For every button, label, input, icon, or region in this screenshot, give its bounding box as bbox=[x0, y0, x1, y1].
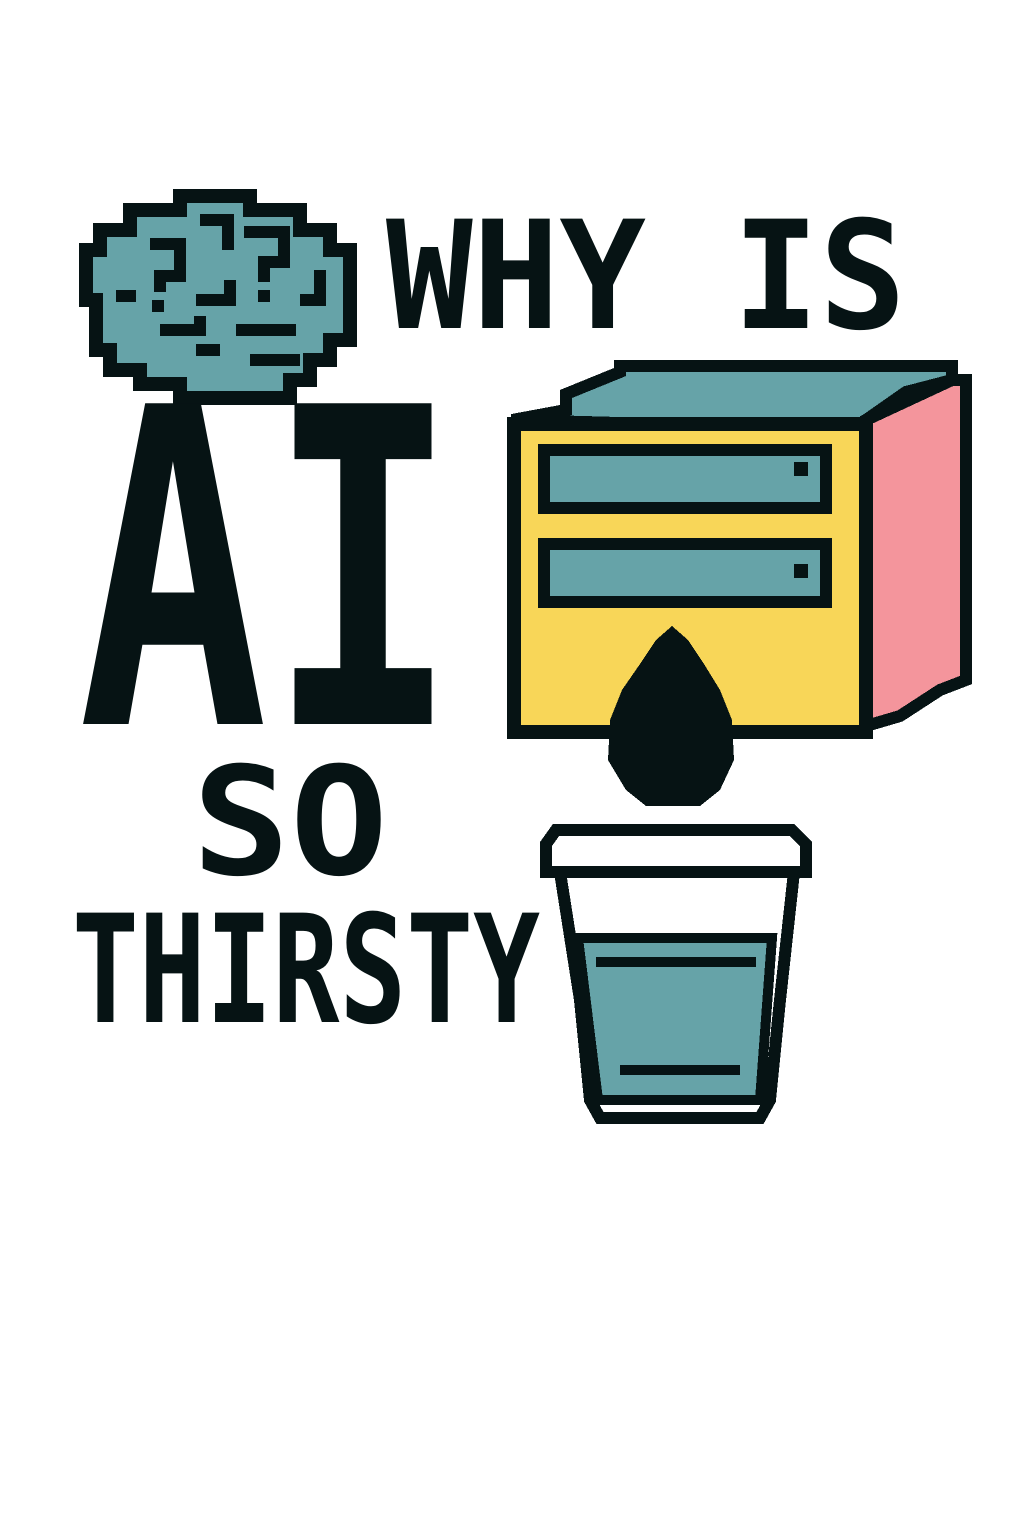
poster: WHY IS AI SO THIRSTY bbox=[0, 0, 1024, 1536]
server-icon bbox=[507, 360, 972, 739]
headline-line-thirsty: THIRSTY bbox=[72, 884, 540, 1058]
water-cup-icon bbox=[540, 824, 812, 1124]
headline-line-why-is: WHY IS bbox=[386, 190, 906, 364]
poster-artwork: WHY IS AI SO THIRSTY bbox=[72, 189, 972, 1124]
